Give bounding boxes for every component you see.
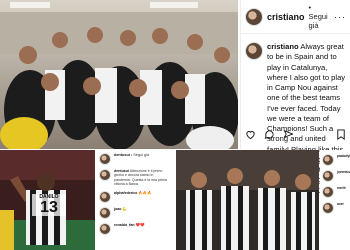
comment-username[interactable]: paolodybala (337, 154, 350, 158)
caption-avatar (245, 42, 263, 60)
user-avatar[interactable] (245, 7, 263, 26)
bookmark-icon[interactable] (336, 127, 346, 145)
comments-panel-left: dentusui • Segui già dentusui Attenzione… (96, 150, 174, 250)
players-group-photo (176, 150, 319, 250)
comment-username[interactable]: user (337, 202, 344, 206)
post-action-bar (245, 127, 294, 145)
follow-status[interactable]: • Segui già (309, 3, 330, 30)
comment-avatar[interactable] (99, 222, 111, 235)
comments-header: dentusui • Segui già (99, 153, 171, 165)
comment-item: joao 💪 (99, 206, 171, 219)
player-celebration-photo: DANILO 13 (0, 150, 95, 250)
comment-text: 🔥🔥🔥 (138, 190, 152, 195)
comment-username[interactable]: joao (114, 207, 121, 211)
heart-icon[interactable] (245, 127, 256, 145)
comment-avatar[interactable] (322, 170, 334, 182)
comment-avatar[interactable] (99, 190, 111, 203)
comment-username[interactable]: alphafederico (114, 191, 137, 195)
comment-username[interactable]: merih (337, 186, 346, 190)
comment-item: alphafederico 🔥🔥🔥 (99, 190, 171, 203)
follow-status[interactable]: • Segui già (131, 153, 149, 157)
comment-username[interactable]: dentusui (114, 153, 130, 157)
comment-icon[interactable] (264, 127, 275, 145)
instagram-post-panel: cristiano • Segui già ··· cristiano Alwa… (240, 0, 350, 205)
comment-username[interactable]: ronaldo_fan (114, 223, 135, 227)
comments-panel-right: paolodybala juventus merih user (320, 150, 350, 250)
team-celebration-photo (0, 0, 238, 149)
comment-avatar[interactable] (322, 202, 334, 214)
comment-text: ❤️❤️ (135, 222, 145, 227)
more-icon[interactable]: ··· (334, 12, 346, 22)
comment-avatar[interactable] (322, 154, 334, 166)
post-header: cristiano • Segui già ··· (241, 0, 350, 34)
comment-avatar[interactable] (99, 206, 111, 219)
comment-username[interactable]: dentusui (114, 169, 129, 173)
comment-username[interactable]: juventus (337, 170, 350, 174)
user-avatar[interactable] (99, 153, 111, 165)
comment-item: ronaldo_fan ❤️❤️ (99, 222, 171, 235)
comment-item: user (322, 202, 348, 214)
comment-item: paolodybala (322, 154, 350, 166)
jersey-number: 13 (40, 199, 58, 216)
caption-username[interactable]: cristiano (267, 42, 299, 51)
post-username[interactable]: cristiano (267, 12, 305, 22)
share-icon[interactable] (283, 127, 294, 145)
comment-item: juventus (322, 170, 350, 182)
comment-text: 💪 (122, 206, 127, 211)
comment-avatar[interactable] (322, 186, 334, 198)
comment-avatar[interactable] (99, 169, 111, 181)
comment-item: dentusui Attenzione è il primo giorno e … (99, 169, 171, 187)
comment-item: merih (322, 186, 348, 198)
